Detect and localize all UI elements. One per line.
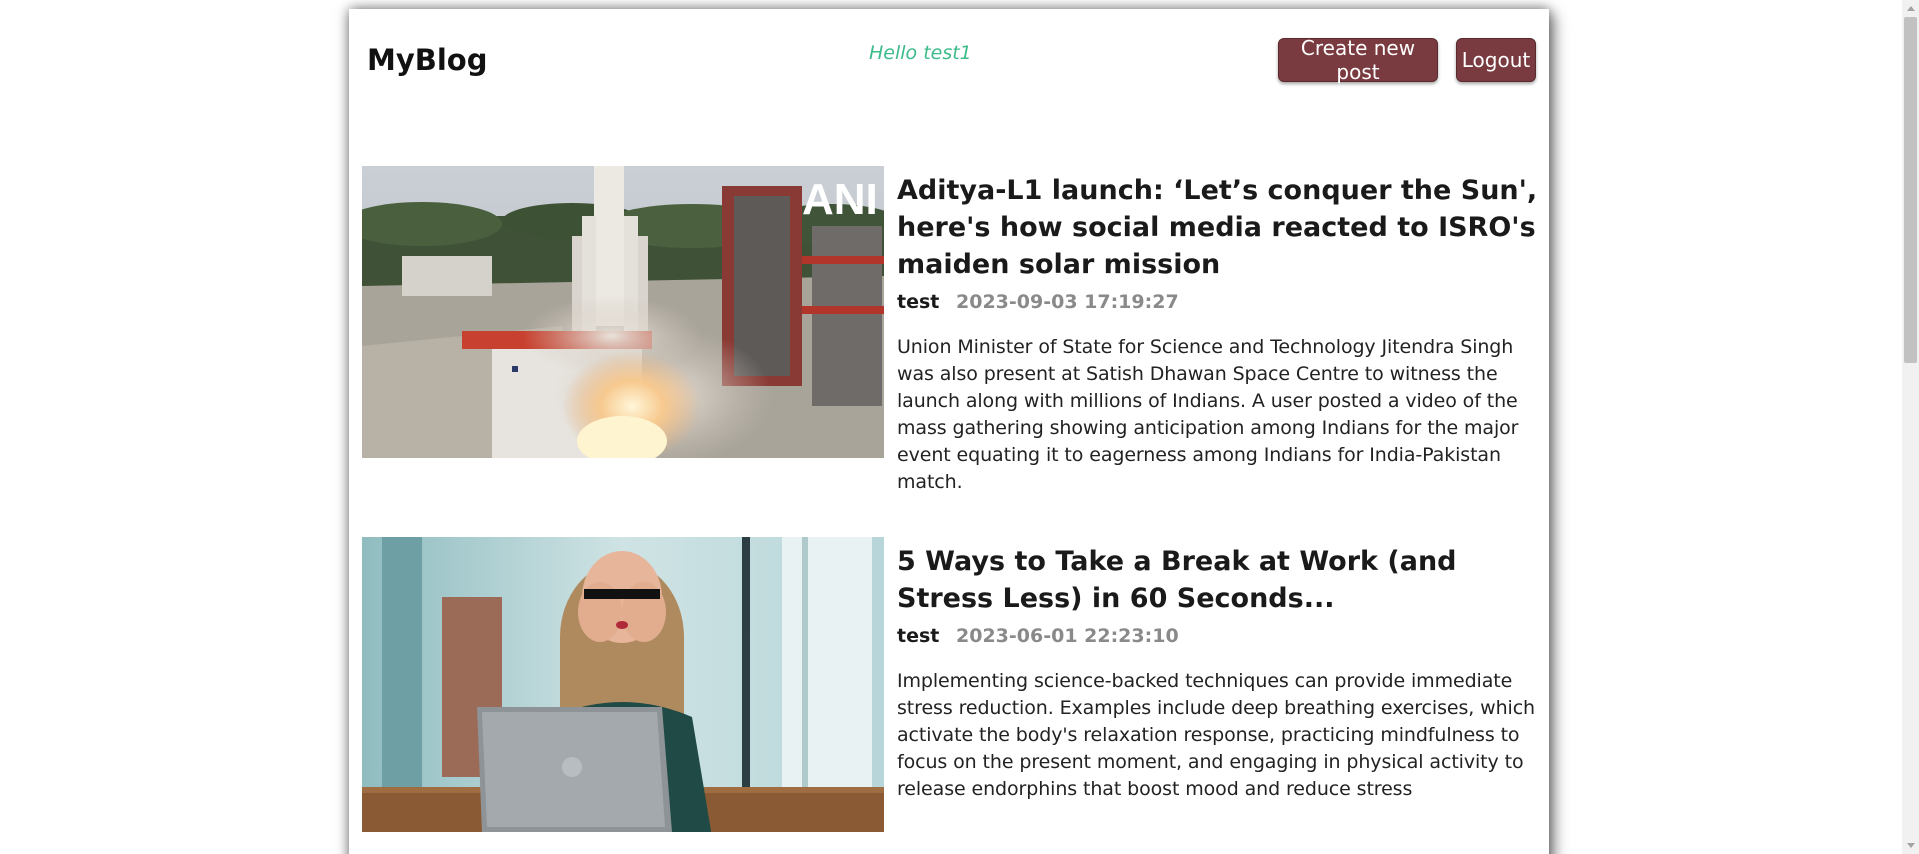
create-post-button[interactable]: Create new post xyxy=(1278,36,1438,84)
vertical-scrollbar[interactable] xyxy=(1902,0,1919,854)
image-watermark: ANI xyxy=(802,175,878,224)
site-header: MyBlog Hello test1 Create new post Logou… xyxy=(349,9,1549,119)
post-image-rocket-launch[interactable]: ANI xyxy=(362,166,884,458)
post-date: 2023-09-03 17:19:27 xyxy=(956,291,1179,313)
post-meta: test 2023-06-01 22:23:10 xyxy=(897,622,1542,650)
post-item: ANI Aditya-L1 launch: ‘Let’s conquer the… xyxy=(362,166,1542,493)
post-title[interactable]: Aditya-L1 launch: ‘Let’s conquer the Sun… xyxy=(897,172,1542,283)
scrollbar-thumb[interactable] xyxy=(1904,17,1917,363)
post-summary: Implementing science-backed techniques c… xyxy=(897,670,1535,800)
user-greeting: Hello test1 xyxy=(869,42,972,64)
post-body: 5 Ways to Take a Break at Work (and Stre… xyxy=(897,537,1542,803)
logout-button[interactable]: Logout xyxy=(1456,38,1536,82)
post-item: 5 Ways to Take a Break at Work (and Stre… xyxy=(362,537,1542,837)
post-title[interactable]: 5 Ways to Take a Break at Work (and Stre… xyxy=(897,543,1542,617)
post-body: Aditya-L1 launch: ‘Let’s conquer the Sun… xyxy=(897,166,1542,496)
post-image-stressed-woman[interactable] xyxy=(362,537,884,832)
post-meta: test 2023-09-03 17:19:27 xyxy=(897,288,1542,316)
post-author: test xyxy=(897,625,940,647)
page-container: MyBlog Hello test1 Create new post Logou… xyxy=(349,9,1549,854)
scroll-down-arrow-icon[interactable] xyxy=(1902,837,1919,854)
post-author: test xyxy=(897,291,940,313)
scroll-up-arrow-icon[interactable] xyxy=(1902,0,1919,17)
site-logo[interactable]: MyBlog xyxy=(367,43,488,77)
post-date: 2023-06-01 22:23:10 xyxy=(956,625,1179,647)
post-summary: Union Minister of State for Science and … xyxy=(897,336,1519,493)
